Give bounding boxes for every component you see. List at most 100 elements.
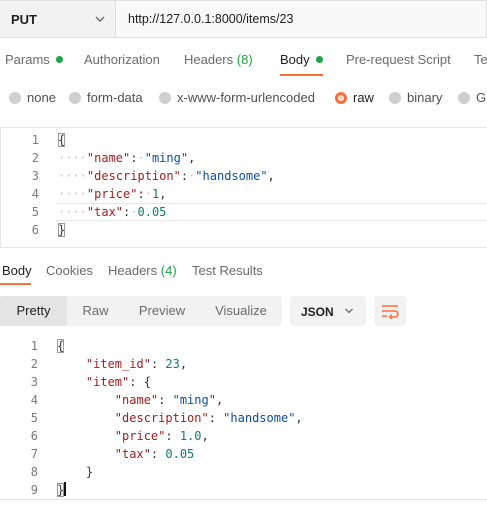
json-value: "ming": [144, 151, 189, 165]
code-line: 5 "description": "handsome",: [0, 409, 487, 427]
line-number: 8: [30, 465, 38, 479]
code-text: "item_id": 23,: [85, 357, 188, 371]
tab-params[interactable]: Params: [5, 52, 63, 67]
response-body-viewer[interactable]: 1 { 2 "item_id": 23, 3 "item": { 4 "name…: [0, 336, 487, 500]
json-brace: {: [57, 339, 65, 353]
whitespace-marker: ····: [58, 187, 87, 201]
json-value: "handsome": [195, 169, 268, 183]
text-cursor: [64, 482, 67, 496]
code-line: 4 "name": "ming",: [0, 391, 487, 409]
json-key: "price": [114, 429, 166, 443]
tab-label: Body: [280, 52, 310, 67]
json-key: "description": [86, 169, 181, 183]
method-select[interactable]: PUT: [0, 0, 116, 38]
code-line: 8 }: [0, 463, 487, 481]
code-text: ····"name":·"ming",: [58, 151, 196, 165]
json-key: "name": [114, 393, 159, 407]
tab-count: (4): [160, 263, 177, 278]
json-comma: ,: [215, 393, 224, 407]
chevron-down-icon: [95, 16, 105, 22]
tab-test-results[interactable]: Test Results: [192, 263, 263, 278]
json-key: "name": [86, 151, 131, 165]
line-number: 6: [31, 223, 39, 237]
json-brace: }: [57, 483, 65, 497]
code-text: "tax": 0.05: [114, 447, 195, 461]
radio-label: binary: [407, 90, 443, 105]
tab-response-headers[interactable]: Headers (4): [108, 263, 177, 278]
json-brace: {: [58, 133, 66, 147]
response-view-toolbar: Pretty Raw Preview Visualize JSON: [0, 296, 487, 326]
code-line: 9 }: [0, 481, 487, 499]
radio-label: raw: [353, 90, 374, 105]
json-brace: }: [58, 223, 66, 237]
code-text: }: [58, 221, 66, 239]
active-tab-underline: [280, 74, 323, 76]
line-number: 5: [31, 205, 39, 219]
radio-label: form-data: [87, 90, 143, 105]
url-bar: PUT http://127.0.0.1:8000/items/23: [0, 0, 487, 38]
json-value: "ming": [172, 393, 216, 407]
radio-circle-icon: [159, 92, 171, 104]
code-text: "description": "handsome",: [114, 411, 303, 425]
json-key: "price": [86, 187, 138, 201]
line-number: 1: [31, 133, 39, 147]
tab-tests[interactable]: Te: [474, 52, 487, 67]
radio-circle-icon: [458, 92, 470, 104]
tab-label: Headers: [108, 263, 158, 278]
radio-label: Gr: [476, 90, 487, 105]
whitespace-marker: ····: [58, 169, 87, 183]
url-input[interactable]: http://127.0.0.1:8000/items/23: [116, 0, 487, 38]
radio-circle-icon: [389, 92, 401, 104]
json-comma: ,: [159, 187, 167, 201]
json-key: "item_id": [85, 357, 151, 371]
code-line: 6 "price": 1.0,: [0, 427, 487, 445]
line-number: 3: [31, 169, 39, 183]
line-number: 9: [30, 483, 38, 497]
code-line: 7 "tax": 0.05: [0, 445, 487, 463]
active-tab-underline: [0, 283, 31, 285]
wrap-lines-button[interactable]: [374, 296, 406, 326]
line-number: 2: [30, 357, 38, 371]
json-value: 1.0: [179, 429, 202, 443]
method-label: PUT: [11, 12, 37, 27]
status-dot: [315, 56, 323, 63]
tab-headers[interactable]: Headers (8): [184, 52, 253, 67]
view-raw-button[interactable]: Raw: [67, 296, 124, 326]
response-tabs: Body Cookies Headers (4) Test Results: [0, 263, 487, 285]
code-line: 2 ····"name":·"ming",: [1, 149, 487, 167]
code-line: 1 {: [0, 337, 487, 355]
tab-pre-request-script[interactable]: Pre-request Script: [346, 52, 451, 67]
format-select[interactable]: JSON: [290, 296, 366, 326]
code-line: 4 ····"price":·1,: [1, 185, 487, 203]
tab-body[interactable]: Body: [280, 52, 323, 67]
request-body-editor[interactable]: 1 { 2 ····"name":·"ming", 3 ····"descrip…: [0, 127, 487, 248]
view-preview-button[interactable]: Preview: [124, 296, 200, 326]
whitespace-marker: ····: [58, 205, 87, 219]
request-tabs: Params Authorization Headers (8) Body Pr…: [0, 52, 487, 76]
view-visualize-button[interactable]: Visualize: [200, 296, 282, 326]
tab-authorization[interactable]: Authorization: [84, 52, 160, 67]
json-comma: ,: [267, 169, 275, 183]
view-mode-selector: Pretty Raw Preview Visualize: [0, 296, 282, 326]
radio-label: none: [27, 90, 56, 105]
code-line: 2 "item_id": 23,: [0, 355, 487, 373]
json-comma: ,: [295, 411, 303, 425]
view-pretty-button[interactable]: Pretty: [0, 296, 67, 326]
json-value: 23: [165, 357, 180, 371]
radio-label: x-www-form-urlencoded: [177, 90, 315, 105]
line-number: 2: [31, 151, 39, 165]
body-type-options: none form-data x-www-form-urlencoded raw…: [0, 90, 487, 110]
code-text: ····"tax":·0.05: [58, 205, 167, 219]
tab-label: Params: [5, 52, 50, 67]
code-line: 1 {: [1, 131, 487, 149]
json-comma: ,: [201, 429, 209, 443]
json-brace: }: [85, 465, 94, 479]
code-line: 5 ····"tax":·0.05: [1, 203, 487, 221]
tab-cookies[interactable]: Cookies: [46, 263, 93, 278]
radio-selected-icon: [335, 92, 347, 104]
json-key: "tax": [114, 447, 151, 461]
tab-response-body[interactable]: Body: [2, 263, 32, 278]
json-comma: ,: [188, 151, 196, 165]
line-number: 4: [30, 393, 38, 407]
radio-circle-icon: [9, 92, 21, 104]
